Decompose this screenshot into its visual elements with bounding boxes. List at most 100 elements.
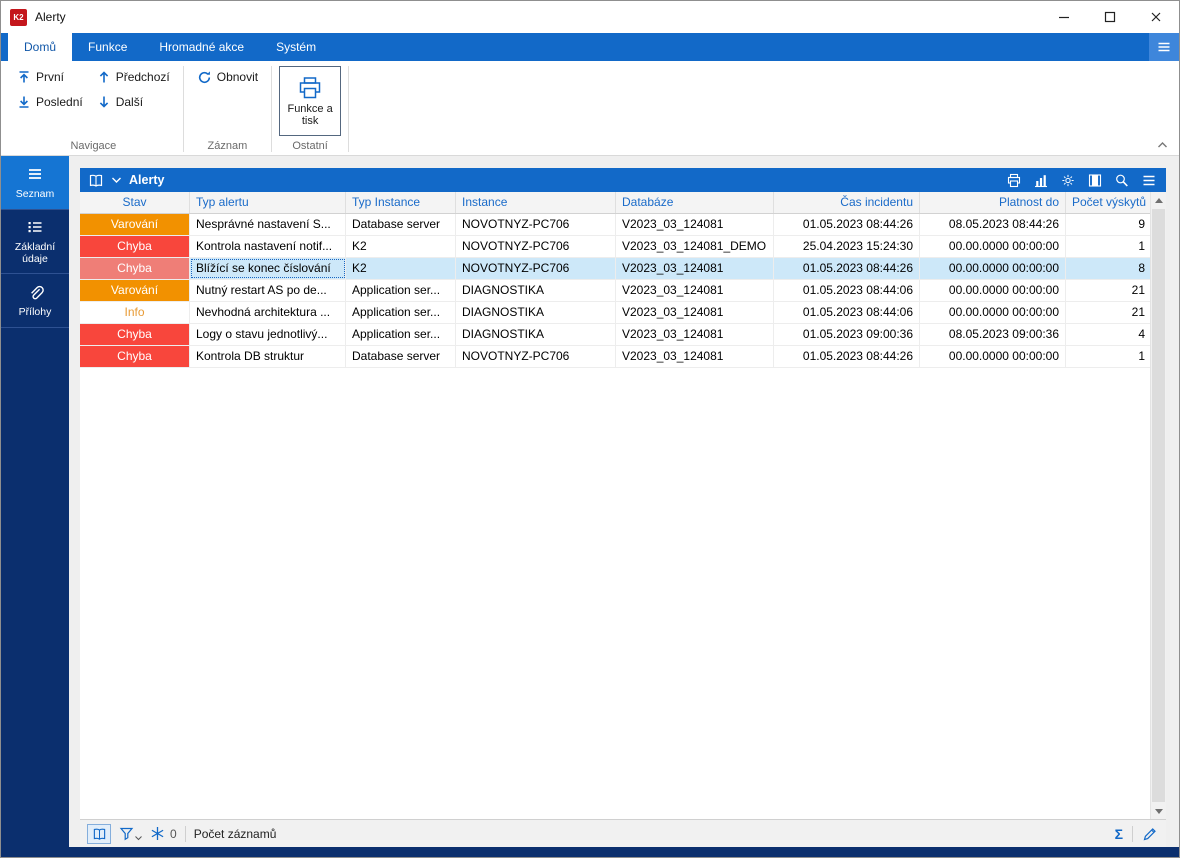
panel-menu-button[interactable] bbox=[1141, 173, 1157, 188]
previous-record-label: Předchozí bbox=[116, 70, 170, 84]
first-record-button[interactable]: První bbox=[11, 66, 89, 88]
chevron-down-icon bbox=[111, 175, 122, 185]
table-row[interactable]: Chyba Logy o stavu jednotlivý... Applica… bbox=[80, 324, 1150, 346]
minimize-button[interactable] bbox=[1041, 1, 1087, 33]
column-header-cas-incidentu[interactable]: Čas incidentu bbox=[774, 192, 920, 213]
scroll-down-button[interactable] bbox=[1151, 803, 1166, 819]
sidebar-item-label: Základní údaje bbox=[4, 241, 66, 265]
table-row[interactable]: Varování Nutný restart AS po de... Appli… bbox=[80, 280, 1150, 302]
tab-funkce[interactable]: Funkce bbox=[72, 33, 143, 61]
filter-button[interactable] bbox=[119, 826, 142, 841]
column-header-platnost-do[interactable]: Platnost do bbox=[920, 192, 1066, 213]
triangle-down-icon bbox=[1155, 809, 1163, 814]
instance-type-cell: K2 bbox=[346, 258, 456, 279]
close-icon bbox=[1148, 9, 1164, 25]
tab-system[interactable]: Systém bbox=[260, 33, 332, 61]
panel-dropdown-button[interactable] bbox=[111, 175, 122, 185]
gear-button[interactable] bbox=[1060, 173, 1076, 188]
alert-type-cell: Nesprávné nastavení S... bbox=[190, 214, 346, 235]
status-cell: Chyba bbox=[80, 236, 190, 257]
chart-button[interactable] bbox=[1033, 173, 1049, 188]
sidebar-item-label: Seznam bbox=[16, 188, 55, 200]
column-header-typ-alertu[interactable]: Typ alertu bbox=[190, 192, 346, 213]
freeze-count: 0 bbox=[170, 827, 177, 841]
edit-button[interactable] bbox=[1142, 826, 1157, 841]
arrow-to-bottom-icon bbox=[17, 95, 31, 109]
status-cell: Varování bbox=[80, 280, 190, 301]
column-header-instance[interactable]: Instance bbox=[456, 192, 616, 213]
incident-time-cell: 01.05.2023 08:44:06 bbox=[774, 280, 920, 301]
book-view-button[interactable] bbox=[88, 173, 104, 188]
column-header-databaze[interactable]: Databáze bbox=[616, 192, 774, 213]
group-label-navigation: Navigace bbox=[11, 136, 176, 154]
functions-print-button[interactable]: Funkce a tisk bbox=[279, 66, 341, 136]
search-settings-button[interactable] bbox=[1114, 173, 1130, 188]
instance-cell: NOVOTNYZ-PC706 bbox=[456, 258, 616, 279]
print-button[interactable] bbox=[1006, 173, 1022, 188]
arrow-up-icon bbox=[97, 70, 111, 84]
database-cell: V2023_03_124081 bbox=[616, 280, 774, 301]
book-view-toggle[interactable] bbox=[87, 824, 111, 844]
ribbon-collapse-button[interactable] bbox=[1156, 139, 1169, 151]
sum-button[interactable]: Σ bbox=[1115, 827, 1123, 841]
previous-record-button[interactable]: Předchozí bbox=[91, 66, 176, 88]
table-row[interactable]: Varování Nesprávné nastavení S... Databa… bbox=[80, 214, 1150, 236]
ribbon-group-separator bbox=[183, 66, 184, 152]
alert-type-cell: Kontrola DB struktur bbox=[190, 346, 346, 367]
tab-hromadne-akce[interactable]: Hromadné akce bbox=[143, 33, 260, 61]
vertical-scrollbar[interactable] bbox=[1150, 192, 1166, 819]
scroll-up-button[interactable] bbox=[1151, 192, 1166, 208]
refresh-button[interactable]: Obnovit bbox=[191, 66, 264, 88]
table-row[interactable]: Chyba Kontrola DB struktur Database serv… bbox=[80, 346, 1150, 368]
occurrences-cell: 1 bbox=[1066, 346, 1150, 367]
sidebar-item-prilohy[interactable]: Přílohy bbox=[1, 274, 69, 328]
group-label-record: Záznam bbox=[191, 136, 264, 154]
alert-type-cell: Blížící se konec číslování bbox=[190, 258, 346, 279]
sidebar-item-label: Přílohy bbox=[19, 306, 52, 318]
table-row[interactable]: Chyba Kontrola nastavení notif... K2 NOV… bbox=[80, 236, 1150, 258]
maximize-button[interactable] bbox=[1087, 1, 1133, 33]
table-row-selected[interactable]: Chyba Blížící se konec číslování K2 NOVO… bbox=[80, 258, 1150, 280]
instance-type-cell: Database server bbox=[346, 214, 456, 235]
columns-button[interactable] bbox=[1087, 173, 1103, 188]
panel-header: Alerty bbox=[80, 168, 1166, 192]
statusbar-separator bbox=[1132, 826, 1133, 842]
book-icon bbox=[92, 827, 107, 841]
sidebar-item-zakladni-udaje[interactable]: Základní údaje bbox=[1, 210, 69, 274]
refresh-icon bbox=[197, 70, 212, 85]
database-cell: V2023_03_124081 bbox=[616, 346, 774, 367]
column-header-pocet-vyskytu[interactable]: Počet výskytů bbox=[1066, 192, 1152, 213]
close-button[interactable] bbox=[1133, 1, 1179, 33]
arrow-down-icon bbox=[97, 95, 111, 109]
menu-icon bbox=[1156, 39, 1172, 55]
column-header-stav[interactable]: Stav bbox=[80, 192, 190, 213]
freeze-indicator[interactable]: 0 bbox=[150, 826, 177, 841]
chart-icon bbox=[1033, 173, 1049, 188]
sidebar-item-seznam[interactable]: Seznam bbox=[1, 156, 69, 210]
window-bottom-edge bbox=[1, 847, 1179, 857]
first-record-label: První bbox=[36, 70, 64, 84]
instance-type-cell: Application ser... bbox=[346, 302, 456, 323]
column-header-typ-instance[interactable]: Typ Instance bbox=[346, 192, 456, 213]
scrollbar-thumb[interactable] bbox=[1152, 209, 1165, 802]
last-record-button[interactable]: Poslední bbox=[11, 91, 89, 113]
instance-type-cell: K2 bbox=[346, 236, 456, 257]
minimize-icon bbox=[1056, 9, 1072, 25]
table-row[interactable]: Info Nevhodná architektura ... Applicati… bbox=[80, 302, 1150, 324]
arrow-to-top-icon bbox=[17, 70, 31, 84]
next-record-button[interactable]: Další bbox=[91, 91, 176, 113]
incident-time-cell: 01.05.2023 08:44:06 bbox=[774, 302, 920, 323]
window-controls bbox=[1041, 1, 1179, 33]
ribbon-menu-button[interactable] bbox=[1149, 33, 1179, 61]
valid-until-cell: 00.00.0000 00:00:00 bbox=[920, 258, 1066, 279]
ribbon-group-record: Obnovit Záznam bbox=[185, 61, 270, 155]
database-cell: V2023_03_124081 bbox=[616, 302, 774, 323]
instance-cell: NOVOTNYZ-PC706 bbox=[456, 346, 616, 367]
tab-domu[interactable]: Domů bbox=[8, 33, 72, 61]
incident-time-cell: 01.05.2023 08:44:26 bbox=[774, 258, 920, 279]
snowflake-icon bbox=[150, 826, 165, 841]
status-cell: Chyba bbox=[80, 324, 190, 345]
occurrences-cell: 9 bbox=[1066, 214, 1150, 235]
database-cell: V2023_03_124081 bbox=[616, 324, 774, 345]
valid-until-cell: 00.00.0000 00:00:00 bbox=[920, 236, 1066, 257]
